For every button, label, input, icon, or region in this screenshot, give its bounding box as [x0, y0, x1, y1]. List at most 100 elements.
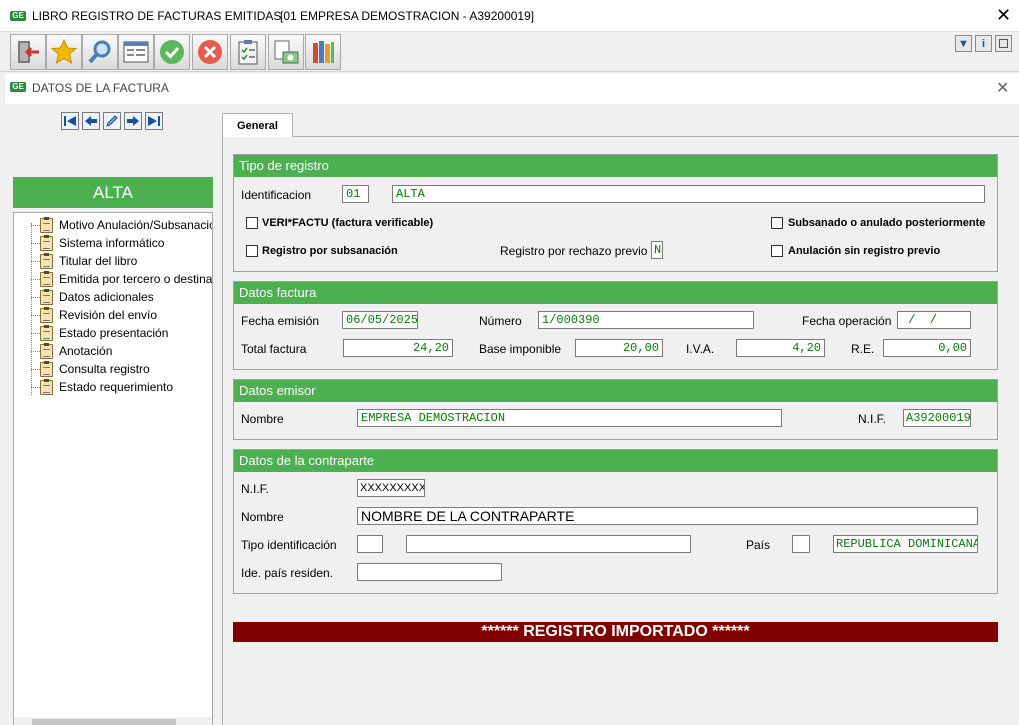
status-banner: ****** REGISTRO IMPORTADO ****** — [233, 622, 998, 642]
iva-field[interactable]: 4,20 — [736, 339, 825, 357]
numero-field[interactable]: 1/000390 — [538, 311, 754, 329]
clipboard-icon — [40, 306, 53, 323]
contraparte-nif-label: N.I.F. — [241, 482, 270, 496]
sidebar-item-estado-presentacion[interactable]: Estado presentación — [14, 324, 168, 342]
anulacion-checkbox[interactable] — [771, 245, 783, 257]
dropdown-button[interactable]: ▼ — [955, 35, 972, 52]
section-header: Datos factura — [234, 282, 997, 304]
accept-icon — [160, 40, 184, 64]
sidebar-item-estado-requerimiento[interactable]: Estado requerimiento — [14, 378, 173, 396]
inner-window-title: DATOS DE LA FACTURA — [32, 81, 169, 95]
fecha-emision-field[interactable]: 06/05/2025 — [342, 311, 418, 329]
sidebar-tree: Motivo Anulación/Subsanación Sistema inf… — [13, 212, 213, 725]
tipo-identificacion-desc-field[interactable] — [406, 535, 691, 553]
anulacion-label: Anulación sin registro previo — [788, 245, 941, 257]
first-icon — [64, 116, 76, 126]
cancel-icon — [198, 40, 222, 64]
sidebar-item-titular-libro[interactable]: Titular del libro — [14, 252, 137, 270]
identificacion-desc-field[interactable]: ALTA — [392, 185, 985, 203]
rechazo-previo-label: Registro por rechazo previo — [500, 244, 648, 258]
search-button[interactable] — [82, 34, 118, 70]
previous-record-button[interactable] — [82, 112, 100, 130]
sidebar-scrollbar-thumb[interactable] — [32, 719, 176, 725]
fecha-emision-label: Fecha emisión — [241, 314, 320, 328]
maximize-button[interactable] — [995, 35, 1012, 52]
documents-button[interactable] — [268, 34, 304, 70]
emisor-nif-field[interactable]: A39200019 — [903, 409, 971, 427]
sidebar-item-label: Revisión del envío — [59, 308, 158, 322]
inner-logo-icon: GE — [10, 82, 26, 92]
sidebar-item-emitida-tercero[interactable]: Emitida por tercero o destinatario — [14, 270, 213, 288]
clipboard-button[interactable] — [230, 34, 266, 70]
documents-money-icon — [274, 40, 299, 64]
identificacion-code-field[interactable]: 01 — [342, 185, 369, 203]
exit-icon — [18, 41, 39, 63]
search-icon — [88, 40, 111, 64]
verifactu-checkbox[interactable] — [246, 217, 258, 229]
sidebar-item-label: Emitida por tercero o destinatario — [59, 272, 213, 286]
re-field[interactable]: 0,00 — [883, 339, 971, 357]
sidebar-item-revision-envio[interactable]: Revisión del envío — [14, 306, 157, 324]
chevron-down-icon: ▼ — [958, 37, 969, 50]
section-header: Datos emisor — [234, 380, 997, 402]
total-factura-field[interactable]: 24,20 — [343, 339, 453, 357]
first-record-button[interactable] — [61, 112, 79, 130]
maximize-icon — [999, 39, 1008, 48]
identificacion-label: Identificacion — [241, 188, 312, 202]
total-factura-label: Total factura — [241, 342, 307, 356]
exit-button[interactable] — [10, 34, 46, 70]
sidebar-item-anotacion[interactable]: Anotación — [14, 342, 112, 360]
iva-label: I.V.A. — [686, 342, 715, 356]
pais-label: País — [746, 538, 771, 552]
window-list-button[interactable] — [118, 34, 154, 70]
ide-pais-field[interactable] — [357, 563, 502, 581]
sidebar-item-label: Estado presentación — [59, 326, 169, 340]
section-header: Datos de la contraparte — [234, 450, 997, 472]
arrow-right-icon — [127, 116, 139, 126]
emisor-nombre-label: Nombre — [241, 412, 284, 426]
pais-desc-field[interactable]: REPUBLICA DOMINICANA — [833, 535, 978, 553]
emisor-nombre-field[interactable]: EMPRESA DEMOSTRACION — [357, 409, 782, 427]
accept-button[interactable] — [154, 34, 190, 70]
base-imponible-field[interactable]: 20,00 — [575, 339, 663, 357]
info-button[interactable]: i — [975, 35, 992, 52]
pais-code-field[interactable] — [792, 535, 810, 553]
tipo-identificacion-label: Tipo identificación — [241, 538, 337, 552]
sidebar-item-sistema-informatico[interactable]: Sistema informático — [14, 234, 164, 252]
inner-close-icon[interactable]: ✕ — [996, 78, 1009, 98]
registro-subsanacion-checkbox[interactable] — [246, 245, 258, 257]
clipboard-check-icon — [238, 40, 258, 65]
sidebar-item-label: Estado requerimiento — [59, 380, 174, 394]
fecha-operacion-label: Fecha operación — [802, 314, 892, 328]
sidebar-item-motivo-anulacion[interactable]: Motivo Anulación/Subsanación — [14, 216, 212, 234]
sidebar-item-label: Anotación — [59, 344, 113, 358]
rechazo-previo-field[interactable]: N — [651, 241, 663, 259]
favorite-button[interactable] — [46, 34, 82, 70]
window-close-icon[interactable]: ✕ — [996, 6, 1011, 24]
registro-subsanacion-label: Registro por subsanación — [262, 245, 398, 257]
favorite-star-icon — [50, 38, 78, 65]
books-button[interactable] — [305, 34, 341, 70]
arrow-left-icon — [85, 116, 97, 126]
next-record-button[interactable] — [124, 112, 142, 130]
section-header: Tipo de registro — [234, 155, 997, 177]
tab-general[interactable]: General — [222, 113, 293, 137]
contraparte-nombre-field[interactable]: NOMBRE DE LA CONTRAPARTE — [357, 507, 978, 525]
cancel-button[interactable] — [192, 34, 228, 70]
subsanado-checkbox[interactable] — [771, 217, 783, 229]
app-logo-icon: GE — [10, 11, 26, 21]
sidebar-item-consulta-registro[interactable]: Consulta registro — [14, 360, 150, 378]
subsanado-label: Subsanado o anulado posteriormente — [788, 217, 986, 229]
edit-record-button[interactable] — [103, 112, 121, 130]
fecha-operacion-field[interactable]: / / — [897, 311, 971, 329]
contraparte-nombre-label: Nombre — [241, 510, 284, 524]
contraparte-nif-field[interactable]: XXXXXXXXX — [357, 479, 425, 497]
info-icon: i — [981, 37, 986, 50]
tipo-identificacion-code-field[interactable] — [357, 535, 383, 553]
sidebar-item-datos-adicionales[interactable]: Datos adicionales — [14, 288, 154, 306]
last-record-button[interactable] — [145, 112, 163, 130]
clipboard-icon — [40, 360, 53, 377]
toolbar: ▼ i — [0, 32, 1019, 72]
company-label: [01 EMPRESA DEMOSTRACION - A39200019] — [280, 9, 535, 23]
sidebar-item-label: Titular del libro — [59, 254, 138, 268]
